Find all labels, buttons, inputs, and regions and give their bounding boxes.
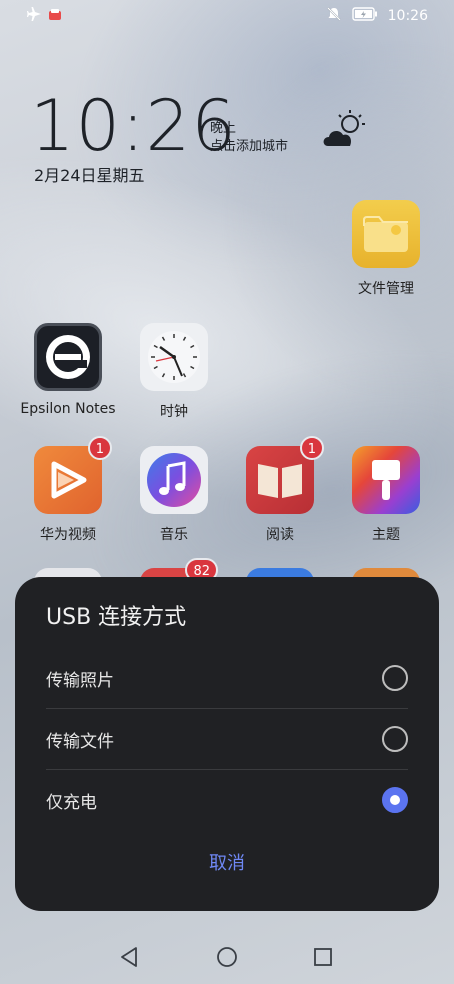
back-icon[interactable] [118,946,140,972]
status-bar: 10:26 [0,0,454,32]
option-label: 仅充电 [46,793,97,813]
app-label: 音乐 [160,527,188,543]
option-transfer-files[interactable]: 传输文件 [46,709,408,769]
book-icon: 1 [246,436,324,514]
app-label: 时钟 [160,404,188,420]
recents-icon[interactable] [313,947,333,971]
app-label: 阅读 [266,527,294,543]
clock-widget[interactable]: 10:26 2月24日星期五 [30,85,237,185]
mute-icon [326,6,342,26]
video-play-icon: 1 [34,436,112,514]
app-themes[interactable]: 主题 [336,446,436,544]
usb-connection-dialog: USB 连接方式 传输照片 传输文件 仅充电 取消 [15,577,439,911]
notification-badge: 1 [299,436,324,460]
airplane-icon [26,6,42,26]
widget-period: 晚上 [210,121,237,136]
dialog-title: USB 连接方式 [46,605,187,630]
battery-charging-icon [351,7,378,25]
app-reading[interactable]: 1 阅读 [230,436,330,544]
app-file-manager[interactable]: 文件管理 [336,200,436,298]
notification-app-icon [48,7,62,26]
cloudy-night-icon[interactable] [320,108,368,156]
option-label: 传输照片 [46,671,114,691]
cancel-button[interactable]: 取消 [15,849,439,875]
widget-city-prompt[interactable]: 点击添加城市 [210,138,288,156]
option-transfer-photos[interactable]: 传输照片 [46,648,408,708]
radio-button[interactable] [382,665,408,691]
widget-time: 10:26 [30,85,237,167]
home-icon[interactable] [216,946,238,972]
app-music[interactable]: 音乐 [124,446,224,544]
widget-city-area[interactable]: 晚上 点击添加城市 [210,120,288,156]
radio-button-selected[interactable] [382,787,408,813]
music-note-icon [140,446,208,514]
radio-button[interactable] [382,726,408,752]
app-clock[interactable]: 时钟 [124,323,224,421]
app-epsilon-notes[interactable]: Epsilon Notes [18,323,118,417]
paintbrush-icon [352,446,420,514]
app-label: Epsilon Notes [20,401,116,417]
status-time: 10:26 [387,8,428,24]
notification-badge: 1 [87,436,112,460]
app-huawei-video[interactable]: 1 华为视频 [18,436,118,544]
app-label: 文件管理 [358,281,414,297]
widget-date: 2月24日星期五 [34,166,145,185]
navigation-bar [0,930,454,984]
folder-icon [352,200,420,268]
option-label: 传输文件 [46,732,114,752]
clock-icon [140,323,208,391]
option-charge-only[interactable]: 仅充电 [46,770,408,830]
epsilon-notes-icon [34,323,102,391]
app-label: 华为视频 [40,527,96,543]
app-label: 主题 [372,527,400,543]
